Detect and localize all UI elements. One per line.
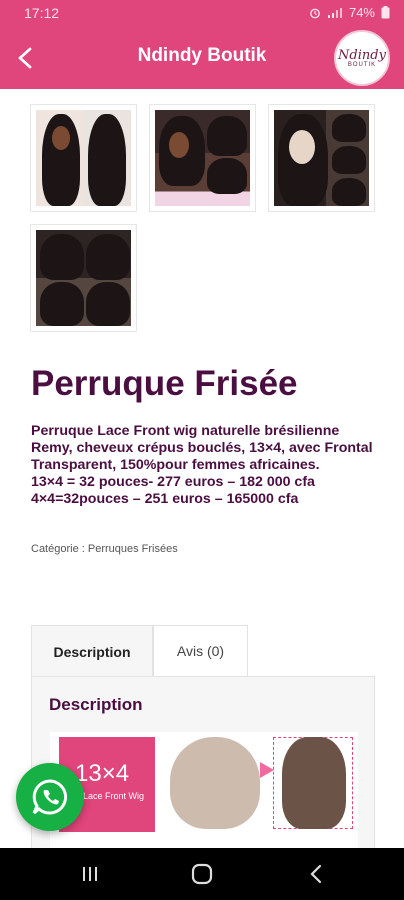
arrow-right-icon bbox=[260, 762, 274, 778]
description-line: Perruque Lace Front wig naturelle brésil… bbox=[31, 423, 373, 473]
logo-subtext: BOUTIK bbox=[347, 61, 377, 68]
product-description: Perruque Lace Front wig naturelle brésil… bbox=[31, 423, 376, 508]
app-header: Ndindy Boutik Ndindy BOUTIK bbox=[0, 27, 404, 89]
banner-big-text: 13×4 bbox=[75, 760, 130, 787]
alarm-icon bbox=[310, 8, 320, 18]
wig-photo bbox=[155, 110, 250, 206]
back-icon bbox=[310, 864, 322, 884]
home-button[interactable] bbox=[172, 848, 232, 900]
tab-reviews[interactable]: Avis (0) bbox=[153, 625, 248, 677]
status-icons: 74% bbox=[309, 5, 390, 20]
product-banner-image: 13×4 Lace Front Wig bbox=[50, 732, 358, 857]
brand-logo[interactable]: Ndindy BOUTIK bbox=[334, 30, 390, 86]
description-line: 4×4=32pouces – 251 euros – 165000 cfa bbox=[31, 491, 299, 507]
wig-front-image bbox=[170, 737, 260, 829]
recent-apps-button[interactable] bbox=[60, 848, 120, 900]
panel-heading: Description bbox=[49, 695, 143, 714]
product-title: Perruque Frisée bbox=[31, 364, 298, 403]
banner-small-text: Lace Front Wig bbox=[83, 791, 145, 801]
status-bar: 17:12 74% bbox=[0, 0, 404, 27]
tab-description[interactable]: Description bbox=[31, 625, 153, 677]
wig-photo bbox=[36, 110, 131, 206]
product-tabs: Description Avis (0) bbox=[31, 625, 375, 677]
description-line: 13×4 = 32 pouces- 277 euros – 182 000 cf… bbox=[31, 474, 315, 490]
product-category: Catégorie : Perruques Frisées bbox=[31, 543, 178, 555]
nav-back-button[interactable] bbox=[286, 848, 346, 900]
battery-percent: 74% bbox=[348, 5, 375, 20]
whatsapp-icon bbox=[32, 779, 68, 815]
wig-photo bbox=[274, 110, 369, 206]
gallery-thumb-2[interactable] bbox=[149, 104, 256, 212]
logo-text: Ndindy bbox=[338, 47, 386, 63]
signal-icon bbox=[327, 7, 342, 18]
home-icon bbox=[191, 863, 213, 885]
system-nav-bar bbox=[0, 848, 404, 900]
status-time: 17:12 bbox=[24, 5, 60, 21]
gallery-thumb-4[interactable] bbox=[30, 224, 137, 332]
wig-photo bbox=[36, 230, 131, 326]
gallery-thumb-1[interactable] bbox=[30, 104, 137, 212]
battery-icon bbox=[381, 6, 390, 19]
recent-apps-icon bbox=[83, 867, 97, 881]
wig-model-image bbox=[282, 737, 346, 829]
description-panel: Description 13×4 Lace Front Wig bbox=[31, 676, 375, 857]
whatsapp-button[interactable] bbox=[16, 763, 84, 831]
gallery-thumb-3[interactable] bbox=[268, 104, 375, 212]
